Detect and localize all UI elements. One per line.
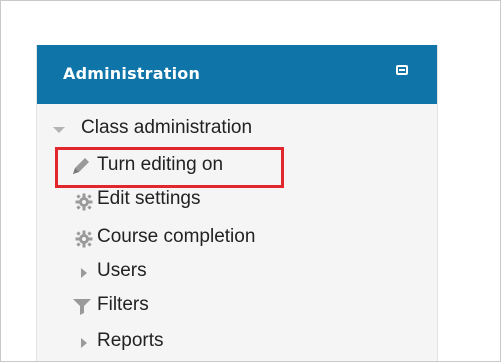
caret-right-icon	[81, 338, 87, 348]
caret-right-icon	[81, 268, 87, 278]
screenshot-frame: Administration Class administration Turn…	[0, 0, 501, 362]
tree-item-filters[interactable]: Filters	[71, 292, 149, 318]
tree-item-label: Course completion	[97, 226, 256, 247]
filter-icon	[73, 299, 91, 315]
tree-item-label: Filters	[97, 294, 149, 315]
block-title: Administration	[63, 64, 201, 83]
tree-node-class-administration[interactable]: Class administration	[53, 115, 252, 141]
pencil-icon	[73, 158, 89, 174]
tree-item-label: Edit settings	[97, 188, 201, 209]
gear-icon	[75, 230, 93, 248]
tree-item-turn-editing-on[interactable]: Turn editing on	[71, 152, 223, 178]
tree-item-label: Users	[97, 260, 147, 281]
tree-item-course-completion[interactable]: Course completion	[71, 224, 255, 250]
tree-item-label: Reports	[97, 330, 164, 351]
caret-down-icon	[53, 127, 65, 133]
tree-item-label: Turn editing on	[97, 154, 224, 175]
tree-node-label: Class administration	[81, 117, 253, 138]
tree-item-edit-settings[interactable]: Edit settings	[71, 186, 201, 212]
block-header: Administration	[37, 45, 437, 104]
tree-item-reports[interactable]: Reports	[71, 328, 164, 354]
collapse-square-icon[interactable]	[396, 65, 408, 75]
gear-icon	[75, 193, 93, 211]
tree-item-users[interactable]: Users	[71, 258, 147, 284]
